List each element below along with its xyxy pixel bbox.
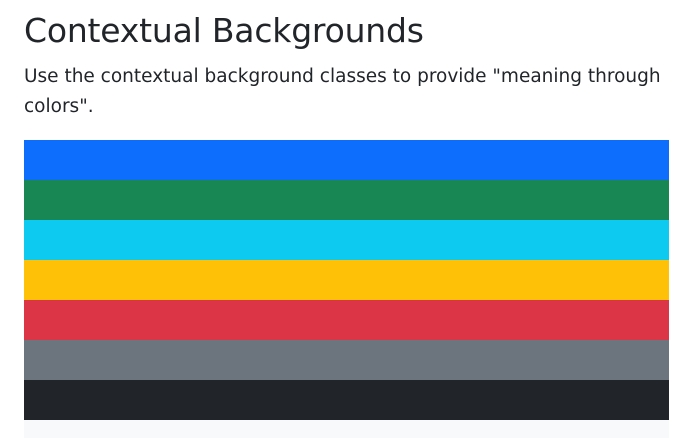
bg-info-bar <box>24 220 669 260</box>
background-bars <box>24 140 669 438</box>
bg-dark-bar <box>24 380 669 420</box>
bg-success-bar <box>24 180 669 220</box>
bg-secondary-bar <box>24 340 669 380</box>
bg-danger-bar <box>24 300 669 340</box>
bg-warning-bar <box>24 260 669 300</box>
bg-primary-bar <box>24 140 669 180</box>
bg-light-bar <box>24 420 669 438</box>
page-description: Use the contextual background classes to… <box>24 66 661 117</box>
page-title: Contextual Backgrounds <box>24 11 424 50</box>
